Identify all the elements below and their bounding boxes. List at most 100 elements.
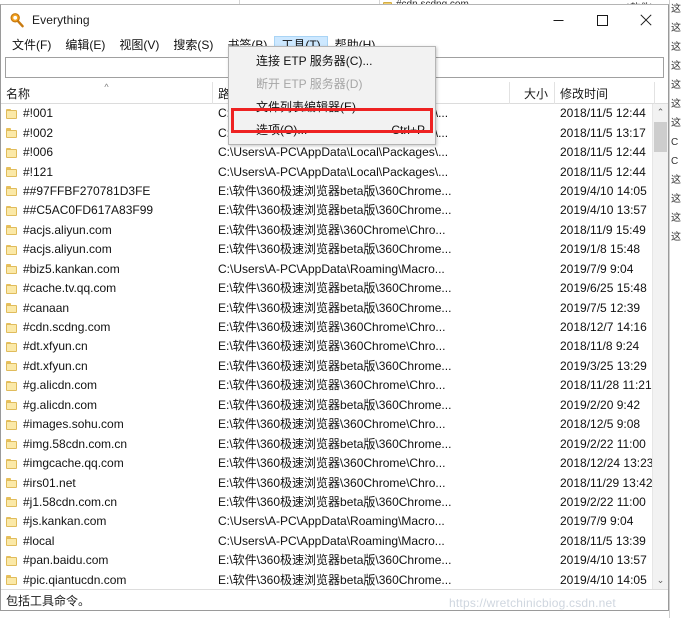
column-header-name-label: 名称 — [6, 86, 31, 101]
table-row[interactable]: #js.kankan.com C:\Users\A-PC\AppData\Roam… — [1, 512, 668, 531]
cell-path: C:\Users\A-PC\AppData\Local\Packages\... — [218, 164, 449, 179]
cell-size — [510, 357, 555, 376]
cell-name: #!001 — [1, 104, 213, 123]
table-row[interactable]: #cdn.scdng.com E:\软件\360极速浏览器\360Chrome\C… — [1, 318, 668, 337]
cell-size — [510, 512, 555, 531]
table-row[interactable]: #biz5.kankan.com C:\Users\A-PC\AppData\Ro… — [1, 260, 668, 279]
cell-size — [510, 493, 555, 512]
scroll-down-icon[interactable]: ⌄ — [653, 572, 668, 589]
cell-size — [510, 201, 555, 220]
cell-date: 2018/12/5 9:08 — [560, 417, 641, 432]
cell-size — [510, 143, 555, 162]
menu-item-filelist-editor[interactable]: 文件列表编辑器(E)... — [229, 95, 435, 118]
cell-date: 2019/4/10 14:05 — [560, 183, 647, 198]
menu-edit[interactable]: 编辑(E) — [58, 36, 112, 55]
cell-name-label: #pan.baidu.com — [23, 553, 109, 568]
table-row[interactable]: #cache.tv.qq.com E:\软件\360极速浏览器beta版\360C… — [1, 279, 668, 298]
results-list[interactable]: #!001 C:\Users\A-PC\AppData\Local\Package… — [1, 104, 668, 589]
scroll-up-icon[interactable]: ⌃ — [653, 104, 668, 121]
table-row[interactable]: #irs01.net E:\软件\360极速浏览器\360Chrome\Chro.… — [1, 473, 668, 492]
column-header-date[interactable]: 修改时间 — [555, 82, 655, 104]
cell-path: E:\软件\360极速浏览器beta版\360Chrome... — [218, 242, 452, 257]
column-header-size-label: 大小 — [523, 86, 548, 101]
tools-dropdown-menu[interactable]: 连接 ETP 服务器(C)... 断开 ETP 服务器(D) 文件列表编辑器(E… — [228, 46, 436, 145]
cell-path: E:\软件\360极速浏览器beta版\360Chrome... — [218, 572, 452, 587]
cell-name-label: #images.sohu.com — [23, 417, 124, 432]
table-row[interactable]: #img.58cdn.com.cn E:\软件\360极速浏览器beta版\360… — [1, 434, 668, 453]
menu-item-disconnect-etp-label: 断开 ETP 服务器(D) — [256, 77, 363, 91]
background-window-sliver: 这这这这这这这CC这这这这 — [669, 0, 681, 618]
table-row[interactable]: #acjs.aliyun.com E:\软件\360极速浏览器beta版\360C… — [1, 240, 668, 259]
table-row[interactable]: #acjs.aliyun.com E:\软件\360极速浏览器\360Chrome… — [1, 221, 668, 240]
table-row[interactable]: #local C:\Users\A-PC\AppData\Roaming\Macr… — [1, 532, 668, 551]
column-header-name[interactable]: 名称 ^ — [1, 82, 213, 104]
table-row[interactable]: #g.alicdn.com E:\软件\360极速浏览器\360Chrome\Ch… — [1, 376, 668, 395]
cell-date: 2019/2/22 11:00 — [560, 436, 646, 451]
cell-size — [510, 454, 555, 473]
folder-icon — [6, 303, 18, 314]
cell-date: 2019/4/10 13:57 — [560, 553, 647, 568]
vertical-scrollbar[interactable]: ⌃ ⌄ — [652, 104, 668, 589]
table-row[interactable]: #canaan E:\软件\360极速浏览器beta版\360Chrome... 2… — [1, 298, 668, 317]
cell-date: 2018/11/28 11:21 — [560, 378, 652, 393]
cell-name: #pan.baidu.com — [1, 551, 213, 570]
menu-view[interactable]: 视图(V) — [112, 36, 166, 55]
background-sliver-row: 这 — [671, 194, 681, 205]
cell-path: E:\软件\360极速浏览器\360Chrome\Chro... — [218, 222, 446, 237]
cell-size — [510, 279, 555, 298]
cell-date: 2019/4/10 13:57 — [560, 203, 647, 218]
table-row[interactable]: ##C5AC0FD617A83F99 E:\软件\360极速浏览器beta版\36… — [1, 201, 668, 220]
cell-date: 2019/2/22 11:00 — [560, 494, 646, 509]
cell-date: 2019/1/8 15:48 — [560, 242, 641, 257]
maximize-button[interactable] — [580, 5, 624, 35]
background-sliver-row: C — [671, 137, 679, 148]
cell-size — [510, 182, 555, 201]
folder-icon — [6, 439, 18, 450]
cell-name: #g.alicdn.com — [1, 376, 213, 395]
cell-name-label: #js.kankan.com — [23, 514, 107, 529]
folder-icon — [6, 186, 18, 197]
column-header-size[interactable]: 大小 — [510, 82, 555, 104]
table-row[interactable]: #pan.baidu.com E:\软件\360极速浏览器beta版\360Chr… — [1, 551, 668, 570]
table-row[interactable]: #imgcache.qq.com E:\软件\360极速浏览器\360Chrome… — [1, 454, 668, 473]
table-row[interactable]: #images.sohu.com E:\软件\360极速浏览器\360Chrome… — [1, 415, 668, 434]
menu-search[interactable]: 搜索(S) — [166, 36, 220, 55]
cell-name-label: #irs01.net — [23, 475, 76, 490]
table-row[interactable]: #j1.58cdn.com.cn E:\软件\360极速浏览器beta版\360C… — [1, 493, 668, 512]
cell-name: #img.58cdn.com.cn — [1, 435, 213, 454]
menu-item-options[interactable]: 选项(O)... Ctrl+P — [229, 118, 435, 141]
cell-name: #!121 — [1, 163, 213, 182]
table-row[interactable]: #pic.qiantucdn.com E:\软件\360极速浏览器beta版\36… — [1, 571, 668, 590]
table-row[interactable]: #dt.xfyun.cn E:\软件\360极速浏览器beta版\360Chrom… — [1, 357, 668, 376]
menu-item-connect-etp[interactable]: 连接 ETP 服务器(C)... — [229, 49, 435, 72]
menu-item-disconnect-etp: 断开 ETP 服务器(D) — [229, 72, 435, 95]
cell-date: 2019/7/5 12:39 — [560, 300, 641, 315]
table-row[interactable]: #dt.xfyun.cn E:\软件\360极速浏览器\360Chrome\Chr… — [1, 337, 668, 356]
cell-name-label: #dt.xfyun.cn — [23, 358, 88, 373]
cell-date: 2019/2/20 9:42 — [560, 397, 641, 412]
scrollbar-thumb[interactable] — [654, 122, 667, 152]
cell-name-label: #j1.58cdn.com.cn — [23, 494, 118, 509]
cell-date: 2019/7/9 9:04 — [560, 514, 634, 529]
menu-item-options-shortcut: Ctrl+P — [391, 122, 425, 137]
table-row[interactable]: #g.alicdn.com E:\软件\360极速浏览器beta版\360Chro… — [1, 396, 668, 415]
sort-ascending-icon: ^ — [104, 82, 109, 92]
magnifier-icon — [9, 12, 25, 28]
folder-icon — [6, 400, 18, 411]
menu-file[interactable]: 文件(F) — [5, 36, 58, 55]
cell-date: 2018/11/9 15:49 — [560, 222, 646, 237]
background-sliver-row: 这 — [671, 99, 681, 110]
folder-icon — [6, 555, 18, 566]
folder-icon — [6, 497, 18, 508]
background-sliver-row: 这 — [671, 232, 681, 243]
close-button[interactable] — [624, 5, 668, 35]
cell-name: #!006 — [1, 143, 213, 162]
table-row[interactable]: #!121 C:\Users\A-PC\AppData\Local\Package… — [1, 162, 668, 181]
cell-size — [510, 337, 555, 356]
table-row[interactable]: #!006 C:\Users\A-PC\AppData\Local\Package… — [1, 143, 668, 162]
statusbar-text: 包括工具命令。 — [6, 593, 91, 608]
folder-icon — [6, 244, 18, 255]
table-row[interactable]: ##97FFBF270781D3FE E:\软件\360极速浏览器beta版\36… — [1, 182, 668, 201]
cell-name: #j1.58cdn.com.cn — [1, 493, 213, 512]
minimize-button[interactable] — [536, 5, 580, 35]
